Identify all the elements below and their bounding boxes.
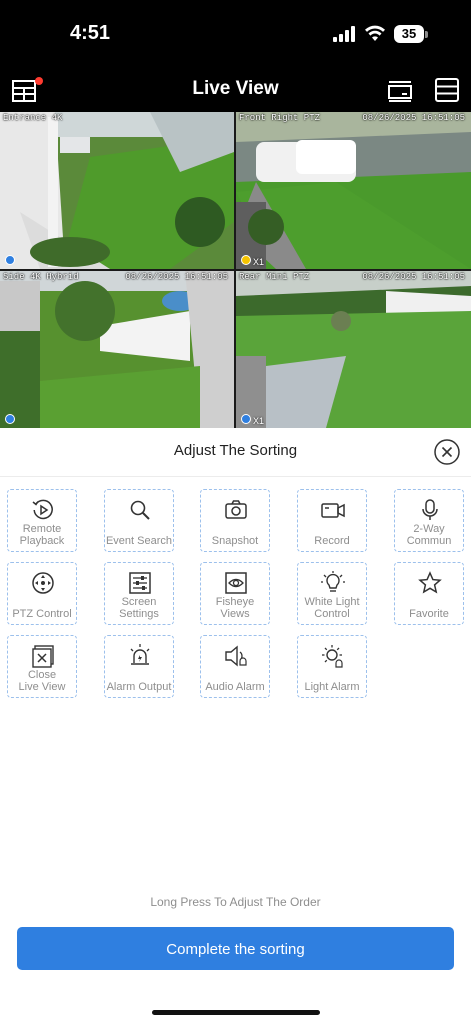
tile-favorite[interactable]: Favorite (394, 562, 464, 625)
camera-feed-rear[interactable]: Rear Mini PTZ 08/26/2025 16:51:05 X1 (236, 271, 471, 428)
tile-label: PTZ Control (12, 608, 72, 620)
close-icon[interactable] (434, 439, 460, 465)
camera-icon (225, 500, 247, 519)
tile-label: Remote (22, 523, 62, 535)
speaker-alarm-icon (225, 645, 247, 667)
tile-label: Playback (19, 535, 65, 547)
tile-record[interactable]: Record (297, 489, 367, 552)
siren-icon (130, 644, 150, 665)
camera-feed-side[interactable]: Side 4K Hybrid 08/26/2025 16:51:05 (0, 271, 234, 428)
home-indicator[interactable] (152, 1010, 320, 1015)
tile-ptz-control[interactable]: PTZ Control (7, 562, 77, 625)
tile-audio-alarm[interactable]: Audio Alarm (200, 635, 270, 698)
tile-label: Snapshot (211, 535, 259, 547)
playback-icon (32, 499, 53, 520)
tile-fisheye-views[interactable]: Fisheye Views (200, 562, 270, 625)
camera-label: Entrance 4K (3, 113, 63, 123)
tile-label: Live View (18, 681, 66, 693)
tile-label: Commun (406, 535, 452, 547)
camera-label: Side 4K Hybrid (3, 272, 79, 282)
tile-close-live-view[interactable]: Close Live View (7, 635, 77, 698)
wifi-icon (365, 25, 385, 41)
tile-label: Light Alarm (304, 681, 360, 693)
split-screen-icon[interactable] (388, 80, 412, 102)
tile-label: Control (314, 608, 350, 620)
notification-dot (35, 77, 43, 85)
tile-label: 2-Way (413, 523, 445, 535)
star-icon (418, 571, 442, 594)
sheet-title: Adjust The Sorting (173, 442, 298, 459)
tile-label: Event Search (105, 535, 173, 547)
complete-sorting-button[interactable]: Complete the sorting (17, 927, 454, 970)
status-time: 4:51 (70, 22, 111, 44)
tile-label: Alarm Output (106, 681, 172, 693)
sort-hint: Long Press To Adjust The Order (150, 895, 321, 909)
tile-label: Settings (119, 608, 159, 620)
battery-tip (425, 31, 428, 38)
ptz-icon (32, 572, 54, 594)
sliders-icon (129, 572, 151, 594)
video-record-icon (321, 503, 345, 518)
tile-alarm-output[interactable]: Alarm Output (104, 635, 174, 698)
battery-indicator: 35 (394, 25, 424, 43)
light-alarm-icon (322, 645, 343, 668)
camera-label: Front Right PTZ (239, 113, 321, 123)
tile-label: White Light (304, 596, 360, 608)
layout-icon[interactable] (12, 80, 36, 102)
camera-status-dot (241, 255, 251, 265)
tile-2way-commun[interactable]: 2-Way Commun (394, 489, 464, 552)
fisheye-icon (225, 572, 247, 594)
microphone-icon (422, 499, 438, 520)
camera-grid: Entrance 4K Front Right PTZ 08/26/2025 1… (0, 112, 471, 428)
camera-status-dot (241, 414, 251, 424)
camera-timestamp: 08/26/2025 16:51:05 (362, 272, 465, 282)
tile-label: Close (27, 669, 57, 681)
camera-feed-front-right[interactable]: Front Right PTZ 08/26/2025 16:51:05 X1 (236, 112, 471, 269)
tile-label: Fisheye (215, 596, 255, 608)
tile-event-search[interactable]: Event Search (104, 489, 174, 552)
tile-white-light-control[interactable]: White Light Control (297, 562, 367, 625)
status-bar: 4:51 35 (0, 0, 471, 70)
camera-timestamp: 08/26/2025 16:51:05 (125, 272, 228, 282)
camera-feed-entrance[interactable]: Entrance 4K (0, 112, 234, 269)
camera-label: Rear Mini PTZ (239, 272, 310, 282)
tile-label: Record (314, 535, 350, 547)
tile-label: Audio Alarm (205, 681, 265, 693)
tile-screen-settings[interactable]: Screen Settings (104, 562, 174, 625)
light-bulb-icon (321, 571, 345, 592)
menu-icon[interactable] (435, 78, 459, 102)
tile-label: Views (220, 608, 250, 620)
camera-status-dot (5, 414, 15, 424)
camera-zoom: X1 (253, 416, 265, 426)
camera-timestamp: 08/26/2025 16:51:05 (362, 113, 465, 123)
tile-label: Screen (121, 596, 157, 608)
camera-status-dot (5, 255, 15, 265)
camera-zoom: X1 (253, 257, 265, 267)
tile-label: Favorite (409, 608, 449, 620)
tile-light-alarm[interactable]: Light Alarm (297, 635, 367, 698)
sheet-divider (0, 476, 471, 477)
tile-snapshot[interactable]: Snapshot (200, 489, 270, 552)
close-view-icon (32, 645, 54, 668)
tile-remote-playback[interactable]: Remote Playback (7, 489, 77, 552)
search-icon (130, 500, 150, 520)
signal-icon (333, 26, 355, 42)
